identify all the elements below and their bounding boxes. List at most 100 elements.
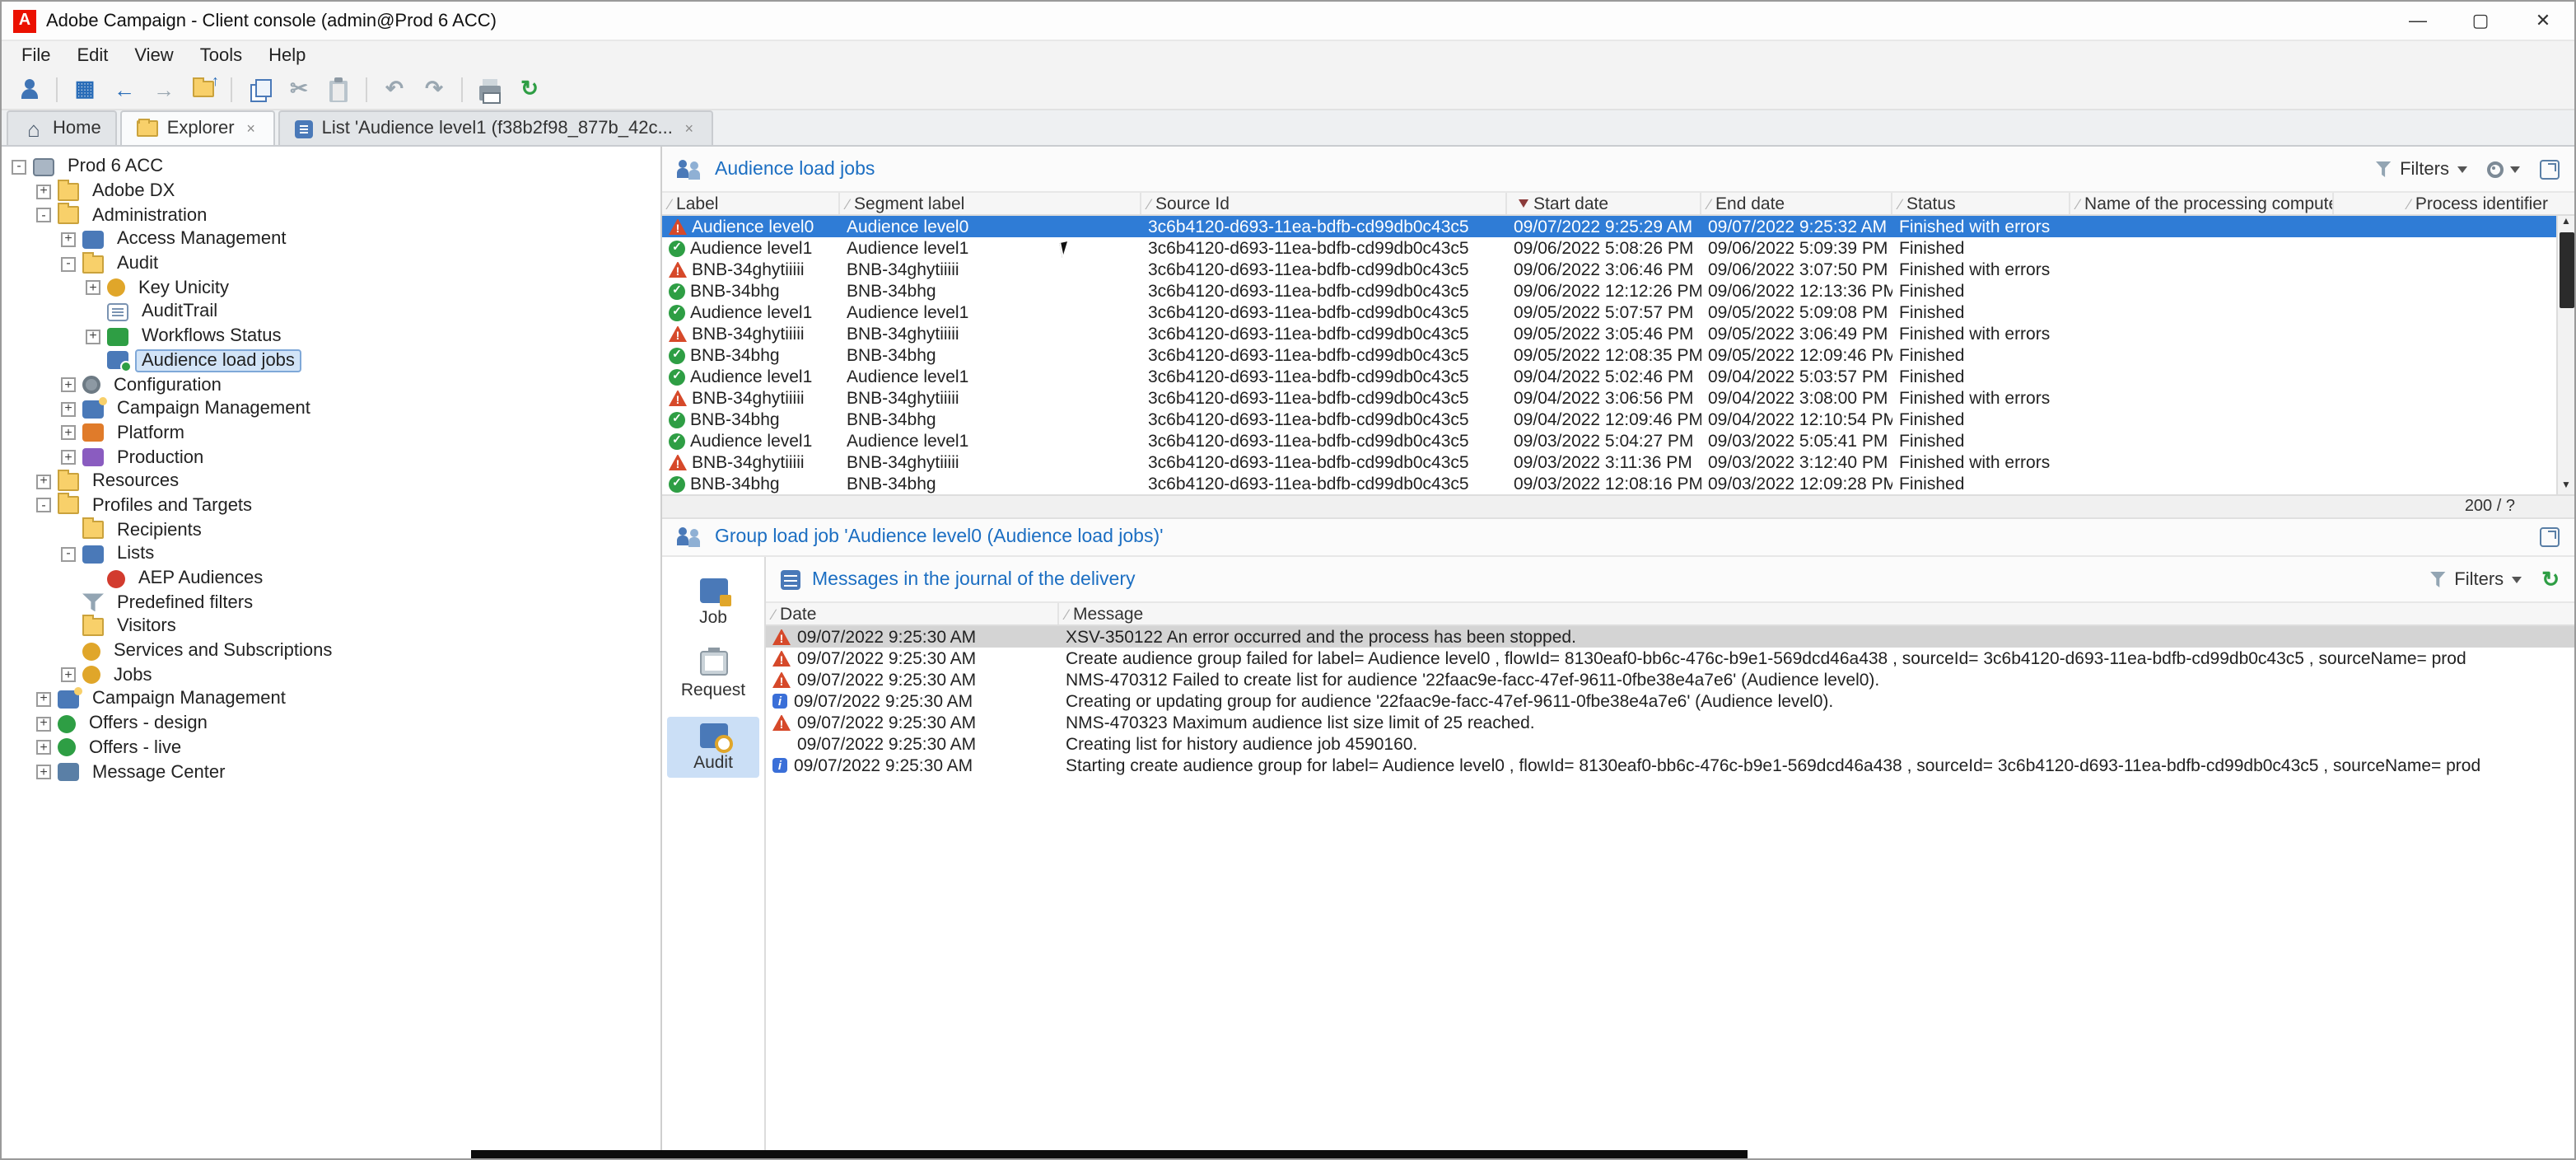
tree-item[interactable]: - Profiles and Targets [2, 493, 660, 517]
tab-close-icon[interactable] [243, 120, 259, 137]
message-row[interactable]: 09/07/2022 9:25:30 AM NMS-470323 Maximum… [766, 712, 2574, 733]
close-button[interactable]: ✕ [2512, 2, 2574, 40]
message-row[interactable]: 09/07/2022 9:25:30 AM Creating or updati… [766, 690, 2574, 712]
tree-item[interactable]: + Key Unicity [2, 276, 660, 300]
job-row[interactable]: BNB-34bhg BNB-34bhg 3c6b4120-d693-11ea-b… [662, 344, 2574, 366]
tree-expander-icon[interactable]: + [61, 450, 76, 465]
column-header-source-id[interactable]: Source Id [1141, 193, 1507, 214]
tree-item[interactable]: + Configuration [2, 372, 660, 396]
column-header-end-date[interactable]: End date [1701, 193, 1892, 214]
messages-refresh-button[interactable]: ↻ [2541, 568, 2560, 590]
scrollbar-thumb[interactable] [2559, 232, 2574, 308]
job-row[interactable]: BNB-34bhg BNB-34bhg 3c6b4120-d693-11ea-b… [662, 409, 2574, 430]
tree-item[interactable]: + Production [2, 446, 660, 470]
parent-folder-button[interactable]: ↑ [184, 72, 222, 106]
column-header-date[interactable]: Date [766, 603, 1059, 624]
column-header-process-identifier[interactable]: Process identifier [2334, 193, 2574, 214]
jobs-filters-button[interactable]: Filters [2375, 159, 2467, 179]
job-row[interactable]: BNB-34ghytiiiii BNB-34ghytiiiii 3c6b4120… [662, 259, 2574, 280]
tree-item[interactable]: + Campaign Management [2, 397, 660, 421]
menu-item[interactable]: File [8, 45, 63, 65]
tree-expander-icon[interactable]: + [36, 716, 51, 731]
tree-expander-icon[interactable]: + [36, 184, 51, 199]
tab[interactable]: Explorer [121, 110, 276, 145]
menu-item[interactable]: View [121, 45, 186, 65]
cut-button[interactable]: ✂ [280, 72, 318, 106]
tree-expander-icon[interactable]: + [61, 377, 76, 392]
job-row[interactable]: Audience level1 Audience level1 3c6b4120… [662, 430, 2574, 451]
minimize-button[interactable]: — [2387, 2, 2449, 40]
jobs-settings-button[interactable] [2487, 161, 2520, 177]
message-row[interactable]: 09/07/2022 9:25:30 AM Starting create au… [766, 755, 2574, 776]
tree-item[interactable]: - Lists [2, 542, 660, 566]
refresh-button[interactable]: ↻ [511, 72, 548, 106]
menu-item[interactable]: Edit [63, 45, 121, 65]
tree-item[interactable]: + Offers - live [2, 736, 660, 760]
tree-expander-icon[interactable]: + [61, 668, 76, 683]
tab[interactable]: Home [7, 110, 118, 145]
tree-expander-icon[interactable]: - [36, 498, 51, 513]
tree-item[interactable]: + Jobs [2, 663, 660, 687]
tree-item[interactable]: - Prod 6 ACC [2, 155, 660, 179]
side-tab[interactable]: Request [667, 644, 759, 705]
tree-expander-icon[interactable]: + [36, 765, 51, 779]
jobs-expand-button[interactable] [2540, 159, 2560, 179]
column-header-start-date[interactable]: Start date [1507, 193, 1701, 214]
tree-expander-icon[interactable]: - [61, 547, 76, 562]
message-row[interactable]: 09/07/2022 9:25:30 AM Create audience gr… [766, 648, 2574, 669]
tree-expander-icon[interactable]: + [36, 741, 51, 755]
tree-expander-icon[interactable]: - [12, 160, 26, 175]
tree-item[interactable]: Predefined filters [2, 591, 660, 615]
tree-item[interactable]: + Message Center [2, 760, 660, 783]
job-row[interactable]: Audience level1 Audience level1 3c6b4120… [662, 366, 2574, 387]
column-header-message[interactable]: Message [1059, 603, 2574, 624]
menu-item[interactable]: Help [255, 45, 319, 65]
tree-expander-icon[interactable]: + [36, 475, 51, 489]
tree-item[interactable]: - Administration [2, 203, 660, 227]
jobs-vertical-scrollbar[interactable]: ▲ ▼ [2556, 216, 2574, 494]
side-tab[interactable]: Job [667, 572, 759, 633]
menu-item[interactable]: Tools [187, 45, 255, 65]
tree-item[interactable]: + Resources [2, 470, 660, 493]
tree-item[interactable]: + Adobe DX [2, 179, 660, 203]
tree-expander-icon[interactable]: - [36, 208, 51, 222]
column-header-status[interactable]: Status [1892, 193, 2070, 214]
tree-item[interactable]: + Access Management [2, 227, 660, 251]
tree-item[interactable]: + Offers - design [2, 712, 660, 736]
job-row[interactable]: Audience level0 Audience level0 3c6b4120… [662, 216, 2574, 237]
tree-item[interactable]: Audience load jobs [2, 348, 660, 372]
forward-button[interactable]: → [145, 72, 183, 106]
messages-filters-button[interactable]: Filters [2429, 569, 2522, 589]
tab-close-icon[interactable] [681, 120, 698, 137]
tree-item[interactable]: + Campaign Management [2, 687, 660, 711]
tree-item[interactable]: + Workflows Status [2, 325, 660, 348]
tree-expander-icon[interactable]: + [61, 401, 76, 416]
tree-item[interactable]: Visitors [2, 615, 660, 638]
column-header-label[interactable]: Label [662, 193, 840, 214]
column-header-segment-label[interactable]: Segment label [840, 193, 1141, 214]
copy-button[interactable] [240, 72, 278, 106]
job-row[interactable]: BNB-34bhg BNB-34bhg 3c6b4120-d693-11ea-b… [662, 473, 2574, 494]
job-row[interactable]: BNB-34ghytiiiii BNB-34ghytiiiii 3c6b4120… [662, 323, 2574, 344]
tree-item[interactable]: AuditTrail [2, 300, 660, 324]
job-row[interactable]: Audience level1 Audience level1 3c6b4120… [662, 237, 2574, 259]
job-row[interactable]: BNB-34ghytiiiii BNB-34ghytiiiii 3c6b4120… [662, 451, 2574, 473]
back-button[interactable]: ← [105, 72, 143, 106]
explorer-grid-button[interactable]: ▦ [66, 72, 104, 106]
maximize-button[interactable]: ▢ [2449, 2, 2512, 40]
scroll-up-icon[interactable]: ▲ [2561, 216, 2571, 231]
tree-item[interactable]: Recipients [2, 518, 660, 542]
tree-expander-icon[interactable]: + [86, 329, 100, 344]
message-row[interactable]: 09/07/2022 9:25:30 AM Creating list for … [766, 733, 2574, 755]
detail-expand-button[interactable] [2540, 527, 2560, 547]
message-row[interactable]: 09/07/2022 9:25:30 AM XSV-350122 An erro… [766, 626, 2574, 648]
tab[interactable]: List 'Audience level1 (f38b2f98_877b_42c… [279, 110, 714, 145]
column-header-processing-computer[interactable]: Name of the processing computer [2070, 193, 2334, 214]
scroll-down-icon[interactable]: ▼ [2561, 479, 2571, 494]
job-row[interactable]: BNB-34bhg BNB-34bhg 3c6b4120-d693-11ea-b… [662, 280, 2574, 302]
paste-button[interactable] [320, 72, 357, 106]
tree-expander-icon[interactable]: + [86, 281, 100, 296]
redo-button[interactable]: ↷ [415, 72, 453, 106]
tree-expander-icon[interactable]: + [61, 232, 76, 247]
tree-item[interactable]: + Platform [2, 421, 660, 445]
